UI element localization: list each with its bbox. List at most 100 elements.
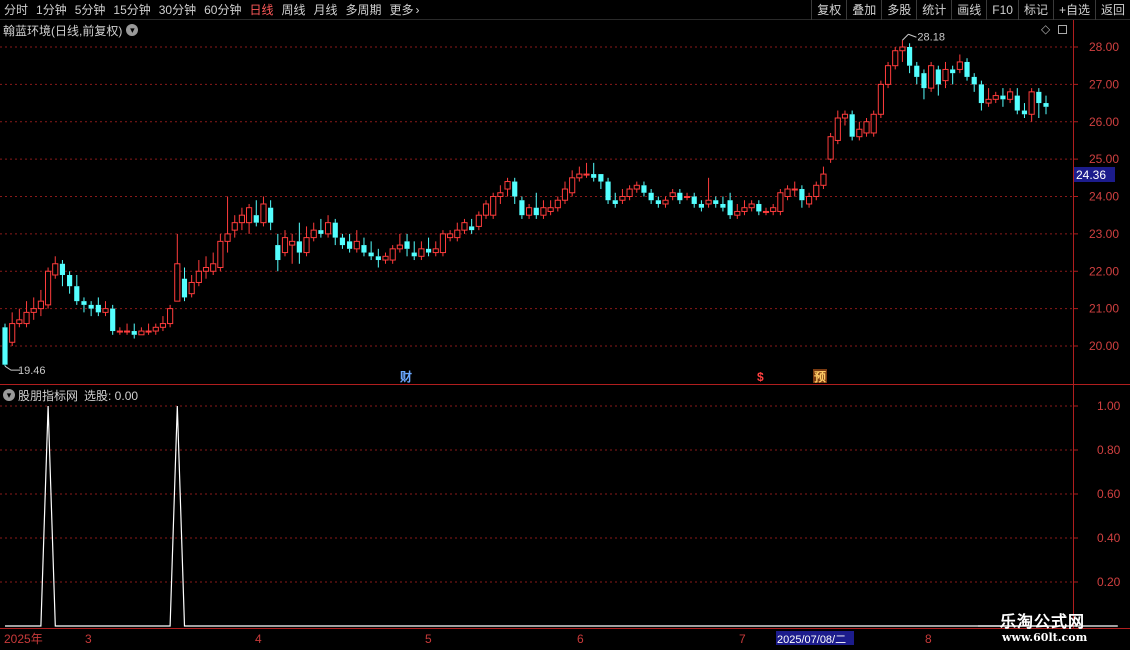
candle-body-58 bbox=[418, 248, 425, 257]
candle-body-126 bbox=[907, 47, 913, 66]
kline-chart[interactable]: 28.00 27.00 26.00 25.00 24.00 23.00 22.0… bbox=[0, 0, 1130, 650]
candle-body-141 bbox=[1014, 95, 1020, 111]
candle-body-26 bbox=[188, 281, 195, 295]
candle-body-108 bbox=[777, 192, 784, 212]
candle-body-79 bbox=[569, 177, 576, 194]
candle-body-90 bbox=[648, 192, 654, 201]
candle-body-6 bbox=[44, 270, 52, 306]
candle-body-52 bbox=[375, 256, 381, 261]
candle-body-88 bbox=[633, 184, 640, 190]
candle-body-1 bbox=[9, 323, 16, 343]
candle-body-8 bbox=[59, 263, 66, 275]
time-label-7: 8 bbox=[925, 632, 932, 646]
time-label-1: 3 bbox=[85, 632, 92, 646]
candle-body-91 bbox=[655, 200, 661, 204]
low-annotation: 19.46 bbox=[4, 365, 46, 377]
price-tick-1: 27.00 bbox=[1089, 77, 1119, 91]
time-label-2: 4 bbox=[255, 632, 262, 646]
candle-body-22 bbox=[159, 323, 167, 328]
candle-body-75 bbox=[540, 207, 547, 216]
indicator-tick-2: 0.60 bbox=[1097, 487, 1121, 501]
candle-body-21 bbox=[152, 326, 159, 332]
candle-body-10 bbox=[74, 286, 80, 302]
candle-body-103 bbox=[741, 207, 748, 212]
candle-body-83 bbox=[598, 174, 604, 182]
candle-body-123 bbox=[884, 65, 892, 85]
price-tick-4: 24.00 bbox=[1089, 190, 1119, 204]
candle-body-85 bbox=[612, 200, 618, 204]
candle-body-102 bbox=[734, 210, 741, 216]
candle-body-144 bbox=[1036, 91, 1042, 104]
chevron-down-icon[interactable]: ▾ bbox=[3, 389, 15, 401]
event-marker-forecast[interactable]: 预 bbox=[814, 370, 826, 384]
candle-body-2 bbox=[16, 319, 23, 325]
indicator-title[interactable]: 股朋指标网 bbox=[18, 387, 78, 404]
candle-body-87 bbox=[626, 188, 633, 197]
candle-body-32 bbox=[231, 222, 238, 231]
candle-body-135 bbox=[971, 76, 977, 85]
price-tick-2: 26.00 bbox=[1089, 115, 1119, 129]
candle-body-127 bbox=[914, 65, 920, 77]
candle-body-60 bbox=[432, 248, 439, 254]
candle-body-112 bbox=[805, 196, 813, 205]
event-marker-finance[interactable]: 财 bbox=[399, 369, 412, 384]
watermark-url: www.60lt.com bbox=[1002, 631, 1088, 644]
candle-body-69 bbox=[497, 192, 504, 197]
candle-body-120 bbox=[863, 121, 870, 134]
candle-body-20 bbox=[145, 330, 152, 333]
candle-body-104 bbox=[748, 203, 755, 209]
candle-body-130 bbox=[935, 69, 941, 85]
candle-body-99 bbox=[713, 200, 719, 204]
time-label-5: 7 bbox=[739, 632, 746, 646]
candle-body-28 bbox=[202, 267, 210, 272]
candle-body-18 bbox=[131, 331, 137, 335]
candle-body-142 bbox=[1021, 110, 1028, 115]
price-tick-6: 22.00 bbox=[1089, 264, 1119, 278]
candle-body-31 bbox=[224, 233, 231, 242]
candle-body-134 bbox=[964, 61, 970, 77]
candle-body-132 bbox=[950, 69, 956, 74]
candle-body-45 bbox=[324, 222, 332, 235]
indicator-header: ▾ 股朋指标网 选股: 0.00 bbox=[3, 387, 138, 403]
candle-body-114 bbox=[820, 173, 827, 186]
candle-body-119 bbox=[856, 128, 863, 138]
candle-body-35 bbox=[253, 215, 259, 223]
candle-body-30 bbox=[217, 240, 224, 269]
candle-body-118 bbox=[849, 114, 855, 137]
candle-body-106 bbox=[762, 210, 770, 213]
candle-body-116 bbox=[834, 117, 841, 141]
candle-body-51 bbox=[368, 252, 374, 257]
candle-body-7 bbox=[52, 263, 59, 276]
indicator-tick-3: 0.40 bbox=[1097, 531, 1121, 545]
candle-body-62 bbox=[447, 233, 454, 239]
candle-body-138 bbox=[992, 95, 999, 100]
candle-body-63 bbox=[454, 229, 461, 239]
candle-body-48 bbox=[347, 241, 353, 249]
candle-body-105 bbox=[756, 203, 762, 212]
candle-body-34 bbox=[246, 207, 253, 224]
candle-body-145 bbox=[1043, 103, 1049, 107]
signal-line bbox=[5, 405, 1118, 627]
candle-body-43 bbox=[310, 229, 317, 239]
candle-body-96 bbox=[691, 196, 697, 204]
candle-body-89 bbox=[641, 185, 647, 193]
candle-body-124 bbox=[892, 50, 899, 67]
crosshair-date-label: 2025/07/08/二 bbox=[777, 634, 846, 646]
indicator-axis-ticks: 1.00 0.80 0.60 0.40 0.20 bbox=[1097, 399, 1121, 589]
candle-body-110 bbox=[791, 188, 798, 191]
price-axis-ticks: 28.00 27.00 26.00 25.00 24.00 23.00 22.0… bbox=[1089, 40, 1119, 353]
indicator-tick-1: 0.80 bbox=[1097, 443, 1121, 457]
candle-body-71 bbox=[512, 181, 518, 197]
candle-body-107 bbox=[770, 207, 777, 212]
candle-body-23 bbox=[167, 308, 174, 325]
candle-body-109 bbox=[784, 188, 791, 197]
candle-body-64 bbox=[461, 222, 468, 231]
event-marker-dividend[interactable]: $ bbox=[757, 370, 764, 384]
candle-body-40 bbox=[289, 240, 296, 246]
candle-body-9 bbox=[67, 274, 73, 287]
time-label-3: 5 bbox=[425, 632, 432, 646]
candle-body-41 bbox=[296, 241, 302, 253]
candle-body-137 bbox=[985, 98, 992, 104]
candle-body-56 bbox=[404, 241, 410, 249]
candle-body-81 bbox=[583, 173, 590, 176]
